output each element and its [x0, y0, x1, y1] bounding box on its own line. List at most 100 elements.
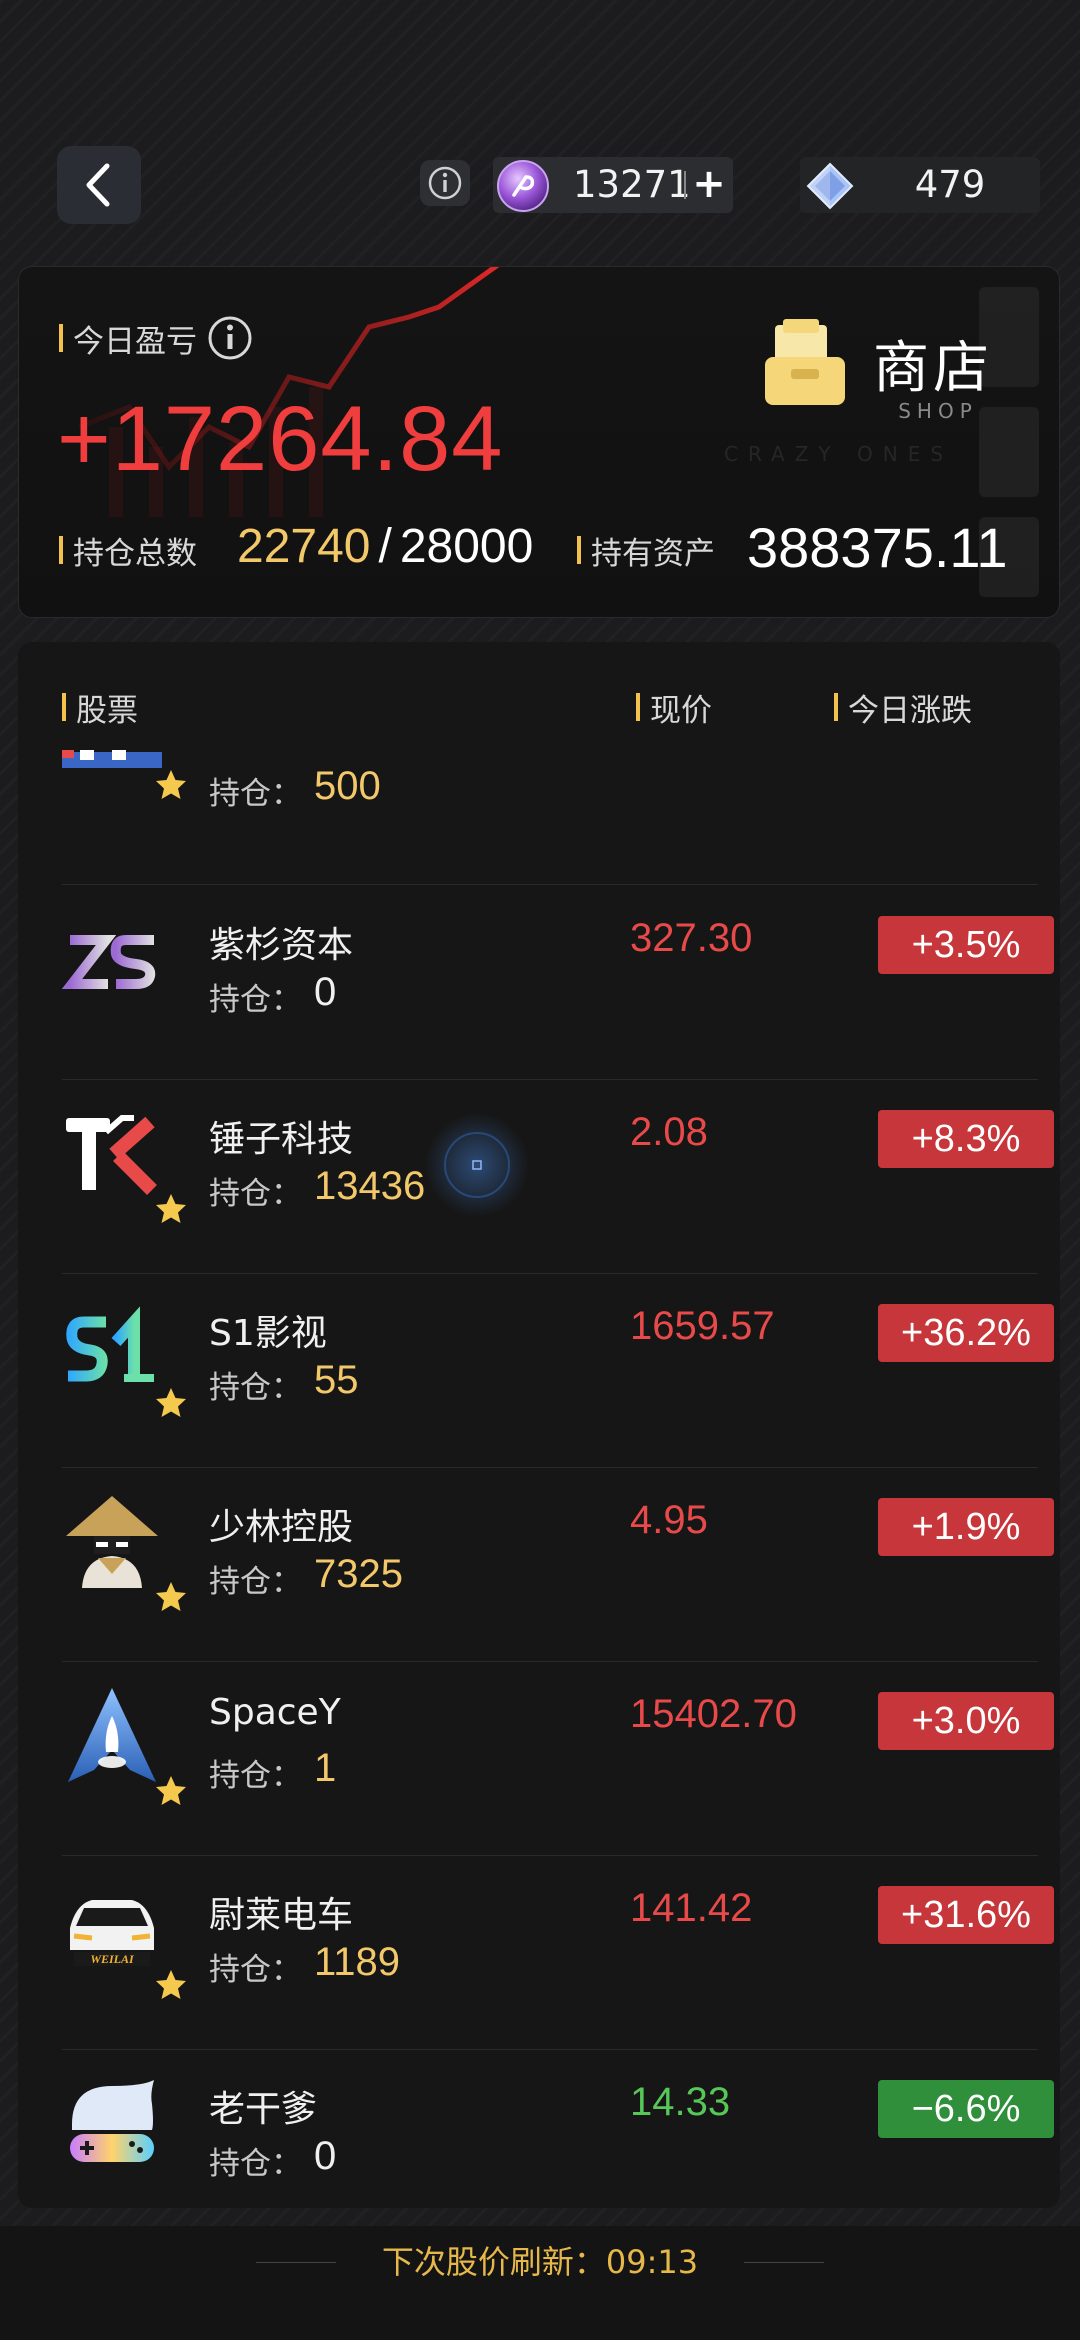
watermark-text: CRAZY ONES — [724, 442, 954, 466]
stock-logo: WEILAI — [70, 1900, 154, 1966]
holding-label: 持仓： — [209, 1370, 302, 1406]
chevron-left-icon — [86, 163, 110, 207]
stock-price: 141.42 — [630, 1886, 753, 1930]
stock-logo — [62, 935, 156, 989]
today-pnl-label-text: 今日盈亏 — [73, 323, 197, 360]
star-icon — [156, 770, 186, 799]
label-marker — [62, 693, 66, 721]
holding-value: 500 — [314, 764, 381, 808]
coin-balance: 13271 + — [493, 157, 733, 213]
shop-button[interactable]: 商店 SHOP — [761, 315, 1001, 445]
holding-label: 持仓： — [209, 1758, 302, 1794]
portfolio-summary-card: 今日盈亏 +17264.84 商店 SHOP CRAZY ONES 持仓总数 2… — [18, 266, 1060, 618]
assets-label-text: 持有资产 — [591, 535, 715, 572]
holding-value: 1189 — [314, 1940, 401, 1984]
label-marker — [577, 536, 581, 564]
stock-name: 锤子科技 — [209, 1119, 354, 1160]
holding-value: 13436 — [314, 1164, 426, 1208]
holding-value: 7325 — [314, 1552, 403, 1596]
label-marker — [59, 324, 63, 352]
divider — [684, 171, 686, 199]
star-icon — [156, 1582, 186, 1611]
stock-logo — [62, 750, 162, 768]
footer: 下次股价刷新：09:13 — [0, 2226, 1080, 2340]
today-pnl-value: +17264.84 — [57, 388, 504, 490]
star-icon — [156, 1776, 186, 1805]
star-icon — [156, 1970, 186, 1999]
label-marker — [59, 536, 63, 564]
back-button[interactable] — [57, 146, 141, 224]
divider — [744, 2262, 824, 2263]
shop-label: 商店 — [873, 336, 993, 401]
add-coins-button[interactable]: + — [689, 157, 729, 213]
stock-price: 327.30 — [630, 916, 753, 960]
holding-label: 持仓： — [209, 1176, 302, 1212]
stock-price: 2.08 — [630, 1110, 708, 1154]
stock-name: SpaceY — [209, 1692, 341, 1733]
list-item[interactable]: 老干爹 持仓： 0 14.33 −6.6% — [62, 2050, 1054, 2208]
header-price: 现价 — [636, 682, 712, 732]
gem-value: 479 — [914, 163, 986, 206]
list-item[interactable]: WEILAI 尉莱电车 持仓： 1189 141.42 +31.6% — [62, 1856, 1054, 2050]
diamond-icon — [806, 162, 854, 210]
star-icon — [156, 1194, 186, 1223]
stock-name: 老干爹 — [209, 2089, 318, 2130]
info-icon[interactable] — [207, 315, 253, 361]
holdings-label-text: 持仓总数 — [73, 535, 197, 572]
stock-logo — [68, 1688, 156, 1782]
stock-logo — [66, 1306, 154, 1382]
change-badge: +31.6% — [878, 1886, 1054, 1944]
coin-value: 13271 — [573, 163, 691, 206]
list-item[interactable]: S1影视 持仓： 55 1659.57 +36.2% — [62, 1274, 1054, 1468]
holdings-max: 28000 — [399, 520, 534, 573]
stock-logo — [70, 2080, 154, 2162]
label-marker — [636, 693, 640, 721]
stock-price: 4.95 — [630, 1498, 708, 1542]
assets-value: 388375.11 — [747, 516, 1008, 579]
holdings-label: 持仓总数 — [59, 525, 197, 575]
refresh-countdown: 下次股价刷新：09:13 — [381, 2243, 699, 2281]
stock-price: 15402.70 — [630, 1692, 797, 1736]
change-badge: +8.3% — [878, 1110, 1054, 1168]
holding-label: 持仓： — [209, 1952, 302, 1988]
header-stock-text: 股票 — [76, 692, 138, 729]
touch-indicator — [425, 1113, 529, 1217]
list-item[interactable]: 少林控股 持仓： 7325 4.95 +1.9% — [62, 1468, 1054, 1662]
stock-price: 14.33 — [630, 2080, 731, 2124]
divider — [62, 884, 1038, 885]
change-badge: −6.6% — [878, 2080, 1054, 2138]
header-change-text: 今日涨跌 — [848, 692, 972, 729]
header-price-text: 现价 — [650, 692, 712, 729]
info-button[interactable] — [420, 160, 470, 206]
gem-balance: 479 — [800, 157, 1040, 213]
info-icon — [428, 166, 462, 200]
label-marker — [834, 693, 838, 721]
holding-label: 持仓： — [209, 1564, 302, 1600]
today-pnl-label: 今日盈亏 — [59, 315, 253, 361]
list-item[interactable]: SpaceY 持仓： 1 15402.70 +3.0% — [62, 1662, 1054, 1856]
assets-label: 持有资产 — [577, 525, 715, 575]
stock-list[interactable]: 股票 现价 今日涨跌 持仓： 500 紫杉资本 持仓： 0 327.30 +3.… — [18, 642, 1060, 2208]
stock-logo — [66, 1115, 157, 1195]
list-item[interactable]: 锤子科技 持仓： 13436 2.08 +8.3% — [62, 1080, 1054, 1274]
list-item[interactable]: 紫杉资本 持仓： 0 327.30 +3.5% — [62, 886, 1054, 1080]
holding-label: 持仓： — [209, 2146, 302, 2182]
list-item[interactable]: 持仓： 500 — [62, 750, 1038, 886]
star-icon — [156, 1388, 186, 1417]
shop-sub-label: SHOP — [898, 399, 978, 423]
holding-value: 0 — [314, 970, 337, 1014]
change-badge: +3.5% — [878, 916, 1054, 974]
holdings-count: 22740/28000 — [237, 519, 533, 574]
shop-icon — [765, 319, 845, 405]
holding-label: 持仓： — [209, 776, 302, 812]
holdings-current: 22740 — [237, 520, 371, 573]
holdings-separator: / — [378, 520, 392, 573]
stock-name: 紫杉资本 — [209, 925, 354, 966]
change-badge: +1.9% — [878, 1498, 1054, 1556]
stock-name: S1影视 — [209, 1313, 327, 1354]
stock-logo — [66, 1496, 158, 1588]
stock-name: 尉莱电车 — [209, 1895, 354, 1936]
weilai-logo-text: WEILAI — [90, 1952, 135, 1966]
stock-name: 少林控股 — [209, 1507, 354, 1548]
coin-icon — [497, 160, 549, 212]
